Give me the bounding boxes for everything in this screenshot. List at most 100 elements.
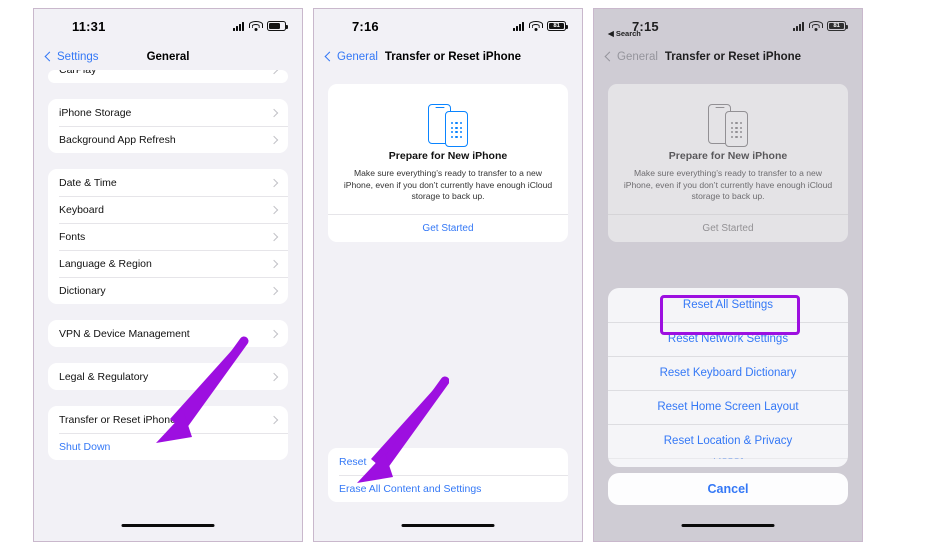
phone-screen-3: ◀ Search 7:15 81 General Transfer or Res… — [593, 8, 863, 542]
list-item-label: VPN & Device Management — [59, 327, 190, 340]
action-reset-location-privacy[interactable]: Reset Location & Privacy — [608, 424, 848, 458]
action-reset-keyboard-dictionary[interactable]: Reset Keyboard Dictionary — [608, 356, 848, 390]
action-reset-all-settings[interactable]: Reset All Settings — [608, 288, 848, 322]
cancel-label: Cancel — [707, 482, 749, 496]
nav-bar: General Transfer or Reset iPhone — [314, 43, 582, 70]
settings-list[interactable]: CarPlay iPhone Storage Background App Re… — [34, 70, 302, 541]
cellular-signal-icon — [513, 21, 524, 31]
action-reset-network-settings[interactable]: Reset Network Settings — [608, 322, 848, 356]
battery-icon: 81 — [547, 21, 568, 31]
status-time: 11:31 — [72, 18, 106, 34]
page-title: Transfer or Reset iPhone — [664, 50, 802, 63]
back-button-label: General — [337, 50, 378, 63]
list-item-transfer-or-reset-iphone[interactable]: Transfer or Reset iPhone — [48, 406, 288, 433]
list-item-label: Keyboard — [59, 203, 104, 216]
list-item-label: Language & Region — [59, 257, 152, 270]
page-title: General — [146, 50, 190, 63]
battery-icon — [267, 21, 288, 31]
prepare-for-new-iphone-card: Prepare for New iPhone Make sure everyth… — [328, 84, 568, 242]
action-reset[interactable]: Reset — [608, 458, 848, 467]
list-item-shut-down[interactable]: Shut Down — [48, 433, 288, 460]
list-item[interactable]: Keyboard — [48, 196, 288, 223]
nav-bar: Settings General — [34, 43, 302, 70]
list-item-erase-all-content[interactable]: Erase All Content and Settings — [328, 475, 568, 502]
back-to-search-label[interactable]: ◀ Search — [608, 29, 641, 38]
list-item[interactable]: Background App Refresh — [48, 126, 288, 153]
chevron-right-icon — [269, 372, 279, 381]
wifi-icon — [808, 21, 823, 31]
list-item-label: Reset — [339, 455, 367, 468]
list-item[interactable]: Language & Region — [48, 250, 288, 277]
back-button-general[interactable]: General — [604, 51, 658, 63]
settings-group-storage: iPhone Storage Background App Refresh — [48, 99, 288, 153]
battery-icon: 81 — [827, 21, 848, 31]
list-item[interactable]: Date & Time — [48, 169, 288, 196]
nav-bar: General Transfer or Reset iPhone — [594, 43, 862, 70]
card-title: Prepare for New iPhone — [388, 150, 508, 162]
home-indicator — [121, 523, 215, 527]
ios-settings-general-screen: 11:31 Settings General CarPlay — [34, 9, 302, 541]
card-body: Make sure everything’s ready to transfer… — [623, 168, 833, 202]
list-item[interactable]: Legal & Regulatory — [48, 363, 288, 390]
wifi-icon — [248, 21, 263, 31]
chevron-right-icon — [269, 70, 279, 74]
status-indicators — [233, 21, 288, 31]
back-button-general[interactable]: General — [324, 50, 378, 63]
list-item-label: Erase All Content and Settings — [339, 482, 482, 495]
cellular-signal-icon — [793, 21, 804, 31]
reset-action-sheet[interactable]: Reset All Settings Reset Network Setting… — [608, 288, 848, 505]
status-indicators: 81 — [513, 21, 568, 31]
reset-options-group: Reset Erase All Content and Settings — [328, 448, 568, 502]
list-item-label: Dictionary — [59, 284, 106, 297]
card-body: Make sure everything’s ready to transfer… — [343, 168, 553, 202]
home-indicator — [681, 523, 775, 527]
list-item-label: Transfer or Reset iPhone — [59, 413, 176, 426]
action-label: Reset Keyboard Dictionary — [659, 367, 797, 379]
list-item[interactable]: Fonts — [48, 223, 288, 250]
chevron-right-icon — [269, 108, 279, 117]
action-sheet-options: Reset All Settings Reset Network Setting… — [608, 288, 848, 467]
list-item-label: Background App Refresh — [59, 133, 176, 146]
chevron-left-icon — [324, 51, 335, 62]
chevron-right-icon — [269, 415, 279, 424]
transfer-or-reset-screen: 7:16 81 General Transfer or Reset iPhone — [314, 9, 582, 541]
phone-screen-1: 11:31 Settings General CarPlay — [33, 8, 303, 542]
list-item-label: iPhone Storage — [59, 106, 132, 119]
status-bar: 11:31 — [34, 9, 302, 43]
chevron-right-icon — [269, 135, 279, 144]
settings-group-locale: Date & Time Keyboard Fonts Language & Re… — [48, 169, 288, 304]
action-reset-home-screen-layout[interactable]: Reset Home Screen Layout — [608, 390, 848, 424]
list-item-reset[interactable]: Reset — [328, 448, 568, 475]
chevron-left-icon — [604, 51, 615, 62]
battery-percent: 81 — [553, 23, 560, 29]
chevron-right-icon — [269, 205, 279, 214]
two-iphones-icon — [618, 98, 838, 150]
list-item[interactable]: Dictionary — [48, 277, 288, 304]
settings-group-legal: Legal & Regulatory — [48, 363, 288, 390]
page-title: Transfer or Reset iPhone — [384, 50, 522, 63]
reset-action-sheet-screen: ◀ Search 7:15 81 General Transfer or Res… — [594, 9, 862, 541]
settings-group-reset: Transfer or Reset iPhone Shut Down — [48, 406, 288, 460]
chevron-right-icon — [269, 286, 279, 295]
two-iphones-icon — [338, 98, 558, 150]
list-item[interactable]: VPN & Device Management — [48, 320, 288, 347]
action-label: Reset — [713, 458, 743, 462]
get-started-button[interactable]: Get Started — [338, 215, 558, 242]
list-item[interactable]: iPhone Storage — [48, 99, 288, 126]
list-item-label: Fonts — [59, 230, 86, 243]
chevron-right-icon — [269, 178, 279, 187]
home-indicator — [401, 523, 495, 527]
iphone-apps-icon — [445, 111, 468, 147]
status-bar: 7:16 81 — [314, 9, 582, 43]
settings-group-carplay: CarPlay — [48, 70, 288, 83]
list-item[interactable]: CarPlay — [48, 70, 288, 83]
list-item-label: Legal & Regulatory — [59, 370, 149, 383]
action-label: Reset Network Settings — [667, 333, 789, 345]
iphone-apps-icon — [725, 111, 748, 147]
cancel-button[interactable]: Cancel — [608, 473, 848, 505]
list-item-label: CarPlay — [59, 70, 96, 76]
cellular-signal-icon — [233, 21, 244, 31]
